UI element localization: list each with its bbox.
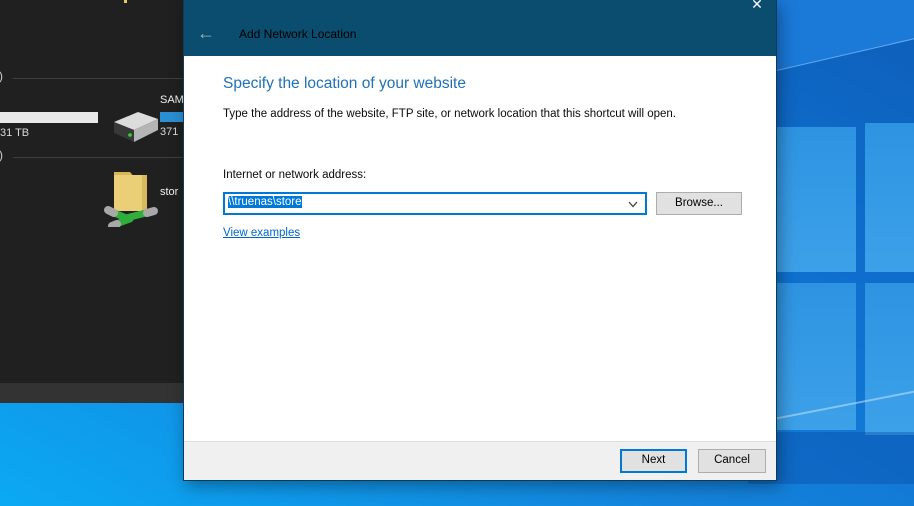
drive-detail-label: 371 <box>160 126 178 138</box>
explorer-status-bar <box>0 383 183 403</box>
chevron-down-icon[interactable] <box>628 201 638 208</box>
drive-capacity-bar <box>0 112 98 123</box>
page-heading: Specify the location of your website <box>223 75 466 93</box>
dialog-content: Specify the location of your website Typ… <box>184 56 776 442</box>
drive-capacity-label: 31 TB <box>0 127 29 139</box>
address-label: Internet or network address: <box>223 169 366 181</box>
drive-capacity-bar-blue <box>160 112 183 122</box>
wallpaper-window-pane <box>865 283 914 435</box>
dialog-footer: Next Cancel <box>184 441 776 480</box>
devices-group-header: ) <box>0 69 3 83</box>
view-examples-link[interactable]: View examples <box>223 227 300 239</box>
wallpaper-window-pane <box>768 127 856 272</box>
group-divider <box>13 78 183 79</box>
close-icon: ✕ <box>751 0 763 12</box>
hard-drive-icon <box>108 106 162 152</box>
clipped-folder-icon <box>124 0 127 3</box>
address-value: \\truenas\store <box>228 196 302 208</box>
drive-name-label: SAM <box>160 94 183 106</box>
wallpaper-window-pane <box>768 283 856 430</box>
next-button[interactable]: Next <box>620 449 687 473</box>
back-button[interactable]: ← <box>193 21 219 45</box>
page-description: Type the address of the website, FTP sit… <box>223 108 676 120</box>
close-button[interactable]: ✕ <box>744 0 770 14</box>
browse-button[interactable]: Browse... <box>656 192 742 215</box>
network-folder-label: stor <box>160 186 178 198</box>
back-arrow-icon: ← <box>197 23 215 43</box>
address-combobox[interactable]: \\truenas\store <box>223 192 647 215</box>
network-folder-icon <box>102 167 160 227</box>
dialog-title-bar: ← Add Network Location ✕ <box>184 0 776 56</box>
dialog-title: Add Network Location <box>239 27 356 41</box>
network-group-header: ) <box>0 148 3 162</box>
selected-text: \\truenas\store <box>228 196 302 208</box>
add-network-location-dialog: ← Add Network Location ✕ Specify the loc… <box>183 0 777 481</box>
group-divider <box>13 157 183 158</box>
file-explorer-window: ) 31 TB SAM 371 ) stor <box>0 0 183 403</box>
cancel-button[interactable]: Cancel <box>698 449 766 473</box>
wallpaper-window-pane <box>865 123 914 272</box>
